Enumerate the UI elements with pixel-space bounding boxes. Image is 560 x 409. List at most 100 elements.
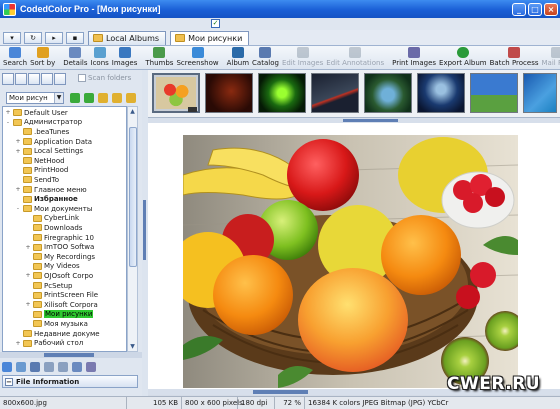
tree-view-icon[interactable] [15,73,27,85]
tree-item[interactable]: NetHood [15,156,65,166]
tree-item[interactable]: Моя музыка [25,319,88,329]
folders-view-icon[interactable] [2,73,14,85]
properties-icon[interactable] [86,362,96,372]
mail-files-button[interactable]: Mail Files [542,46,560,67]
tree-item[interactable]: Недавние докуме [15,329,100,339]
back-icon[interactable] [70,93,80,103]
tree-item[interactable]: - Администратор [5,118,82,128]
scroll-thumb[interactable] [129,127,137,267]
refresh-button[interactable]: ↻ [24,31,42,44]
panel-splitter[interactable] [0,352,142,358]
tree-item[interactable]: .beaTunes [15,127,69,137]
tree-item[interactable]: + Local Settings [15,146,83,156]
catalog-button[interactable]: Catalog [252,46,279,67]
open-folder-icon[interactable] [126,93,136,103]
splitter-grip[interactable] [343,119,398,122]
minimize-button[interactable]: _ [512,2,526,16]
thumbnail-item[interactable] [152,73,200,113]
tab-local-albums[interactable]: Local Albums [88,30,167,45]
scan-folders-checkbox[interactable] [78,74,86,82]
collapse-icon[interactable]: - [5,119,11,126]
screenshow-button[interactable]: Screenshow [176,46,219,67]
tree-item[interactable]: My Recordings [25,252,95,262]
tree-item[interactable]: Избранное [15,194,78,204]
thumbs-button[interactable]: Thumbs [145,46,173,67]
icons-view-button[interactable]: Icons [91,46,109,67]
search-button[interactable]: Search [3,46,27,67]
thumbnail-item[interactable] [417,73,465,113]
view-button[interactable]: ▪ [66,31,84,44]
collapse-icon[interactable]: - [15,205,21,212]
tree-scrollbar[interactable]: ▲ ▼ [127,106,138,352]
forward-icon[interactable] [84,93,94,103]
tree-item[interactable]: SendTo [15,175,59,185]
export-album-button[interactable]: Export Album [439,46,487,67]
tree-item[interactable]: + OJOsoft Corpo [25,271,93,281]
expand-icon[interactable]: + [15,186,21,193]
details-view-button[interactable]: Details [63,46,88,67]
collapse-icon[interactable]: − [5,377,13,386]
thumbnail-item[interactable] [470,73,518,113]
exif-icon[interactable] [16,362,26,372]
path-dropdown[interactable]: Мои рисун ▼ [6,92,64,104]
expand-icon[interactable]: + [15,148,21,155]
favorites-icon[interactable] [54,73,66,85]
folder-tree[interactable]: + Default User - Администратор .beaTunes + App… [2,106,127,352]
keywords-icon[interactable] [44,362,54,372]
expand-icon[interactable]: + [5,109,11,116]
find-icon[interactable] [28,73,40,85]
map-icon[interactable] [72,362,82,372]
open-folder-button[interactable]: ▸ [45,31,63,44]
tree-item[interactable]: + Xilisoft Corpora [25,300,97,310]
album-button[interactable]: Album [227,46,249,67]
close-button[interactable]: × [544,2,558,16]
expand-icon[interactable]: + [25,244,31,251]
scan-folders-option[interactable]: Scan folders [78,74,131,82]
batch-process-button[interactable]: Batch Process [490,46,539,67]
tree-item[interactable]: + ImTOO Softwa [25,242,94,252]
splitter-grip[interactable] [253,390,308,394]
notes-icon[interactable] [58,362,68,372]
up-folder-icon[interactable] [98,93,108,103]
tree-item[interactable]: PcSetup [25,281,72,291]
edit-annotations-button[interactable]: Edit Annotations [326,46,384,67]
thumbnail-item[interactable] [205,73,253,113]
image-preview[interactable] [148,123,560,389]
new-folder-icon[interactable] [112,93,122,103]
expand-icon[interactable]: + [15,138,21,145]
history-icon[interactable] [41,73,53,85]
sort-by-button[interactable]: Sort by [30,46,55,67]
tree-item[interactable]: + Application Data [15,137,92,147]
thumbnail-item[interactable] [523,73,557,113]
thumbnail-item[interactable] [364,73,412,113]
tree-item[interactable]: + Рабочий стол [15,338,83,348]
tree-item[interactable]: My Videos [25,262,80,272]
tree-item[interactable]: Мои рисунки [25,310,94,320]
maximize-button[interactable]: □ [528,2,542,16]
print-images-button[interactable]: Print Images [392,46,436,67]
info-icon[interactable] [2,362,12,372]
tree-item[interactable]: Downloads [25,223,82,233]
tree-item[interactable]: CyberLink [25,214,79,224]
scroll-up-icon[interactable]: ▲ [128,107,137,116]
tree-item[interactable]: + Главное меню [15,185,86,195]
expand-icon[interactable]: + [25,301,31,308]
tree-item[interactable]: PrintHood [15,166,68,176]
expand-icon[interactable]: + [15,340,21,347]
scroll-down-icon[interactable]: ▼ [128,342,137,351]
nav-menu-button[interactable]: ▾ [3,31,21,44]
thumbnail-item[interactable] [311,73,359,113]
edit-images-button[interactable]: Edit Images [282,46,323,67]
tab-my-pictures[interactable]: Мои рисунки [170,30,250,45]
tree-item[interactable]: + Default User [5,108,67,118]
tree-item[interactable]: - Мои документы [15,204,92,214]
expand-icon[interactable]: + [25,272,31,279]
images-view-button[interactable]: Images [112,46,137,67]
splitter-grip[interactable] [143,200,146,260]
tree-item[interactable]: PrintScreen File [25,290,98,300]
tree-item[interactable]: Firegraphic 10 [25,233,94,243]
toggle-checkbox[interactable]: ✓ [211,19,220,28]
splitter-grip[interactable] [44,353,94,357]
file-information-header[interactable]: − File Information [2,375,138,388]
histogram-icon[interactable] [30,362,40,372]
